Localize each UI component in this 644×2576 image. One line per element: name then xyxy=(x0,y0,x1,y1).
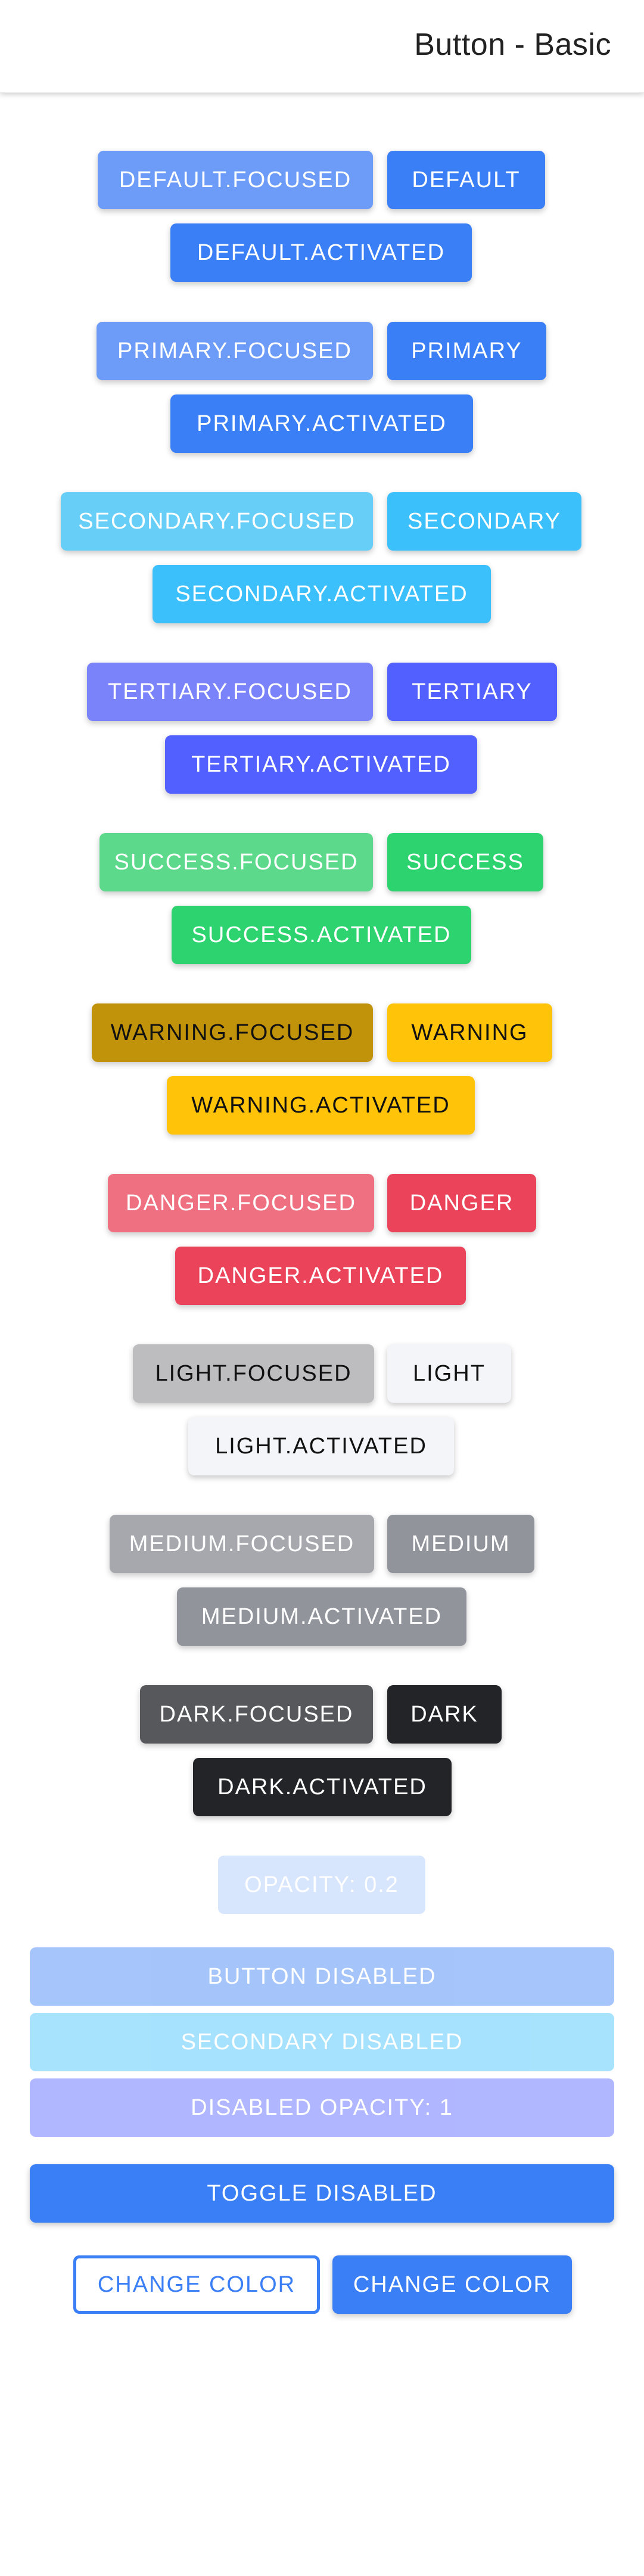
disabled-opacity-button[interactable]: DISABLED OPACITY: 1 xyxy=(30,2078,614,2137)
success-button[interactable]: SUCCESS xyxy=(387,833,543,891)
primary-button[interactable]: PRIMARY xyxy=(387,322,546,380)
primary-focused-button[interactable]: PRIMARY.FOCUSED xyxy=(97,322,373,380)
secondary-button[interactable]: SECONDARY xyxy=(387,492,581,551)
dark-activated-button[interactable]: DARK.ACTIVATED xyxy=(193,1758,452,1816)
medium-button[interactable]: MEDIUM xyxy=(387,1515,534,1573)
tertiary-button[interactable]: TERTIARY xyxy=(387,663,557,721)
dark-button[interactable]: DARK xyxy=(387,1685,502,1744)
dark-focused-button[interactable]: DARK.FOCUSED xyxy=(140,1685,373,1744)
success-activated-button[interactable]: SUCCESS.ACTIVATED xyxy=(172,906,471,964)
page-header: Button - Basic xyxy=(0,0,644,93)
button-disabled[interactable]: BUTTON DISABLED xyxy=(30,1947,614,2006)
light-button[interactable]: LIGHT xyxy=(387,1344,511,1403)
page-title: Button - Basic xyxy=(414,27,611,62)
warning-activated-button[interactable]: WARNING.ACTIVATED xyxy=(167,1076,475,1135)
secondary-focused-button[interactable]: SECONDARY.FOCUSED xyxy=(61,492,373,551)
warning-button[interactable]: WARNING xyxy=(387,1003,552,1062)
primary-activated-button[interactable]: PRIMARY.ACTIVATED xyxy=(170,394,473,453)
default-focused-button[interactable]: DEFAULT.FOCUSED xyxy=(98,151,373,209)
light-activated-button[interactable]: LIGHT.ACTIVATED xyxy=(188,1417,454,1475)
change-color-outline-button[interactable]: CHANGE COLOR xyxy=(73,2255,320,2314)
success-focused-button[interactable]: SUCCESS.FOCUSED xyxy=(99,833,373,891)
medium-activated-button[interactable]: MEDIUM.ACTIVATED xyxy=(177,1587,466,1646)
toggle-disabled-button[interactable]: TOGGLE DISABLED xyxy=(30,2164,614,2223)
danger-focused-button[interactable]: DANGER.FOCUSED xyxy=(108,1174,374,1232)
default-activated-button[interactable]: DEFAULT.ACTIVATED xyxy=(170,223,472,282)
medium-focused-button[interactable]: MEDIUM.FOCUSED xyxy=(110,1515,374,1573)
opacity-button[interactable]: OPACITY: 0.2 xyxy=(218,1856,425,1914)
danger-activated-button[interactable]: DANGER.ACTIVATED xyxy=(175,1247,466,1305)
change-color-button[interactable]: CHANGE COLOR xyxy=(332,2255,572,2314)
tertiary-focused-button[interactable]: TERTIARY.FOCUSED xyxy=(87,663,373,721)
secondary-disabled-button[interactable]: SECONDARY DISABLED xyxy=(30,2013,614,2071)
light-focused-button[interactable]: LIGHT.FOCUSED xyxy=(133,1344,374,1403)
warning-focused-button[interactable]: WARNING.FOCUSED xyxy=(92,1003,373,1062)
default-button[interactable]: DEFAULT xyxy=(387,151,545,209)
secondary-activated-button[interactable]: SECONDARY.ACTIVATED xyxy=(153,565,491,623)
danger-button[interactable]: DANGER xyxy=(387,1174,536,1232)
tertiary-activated-button[interactable]: TERTIARY.ACTIVATED xyxy=(165,735,477,794)
